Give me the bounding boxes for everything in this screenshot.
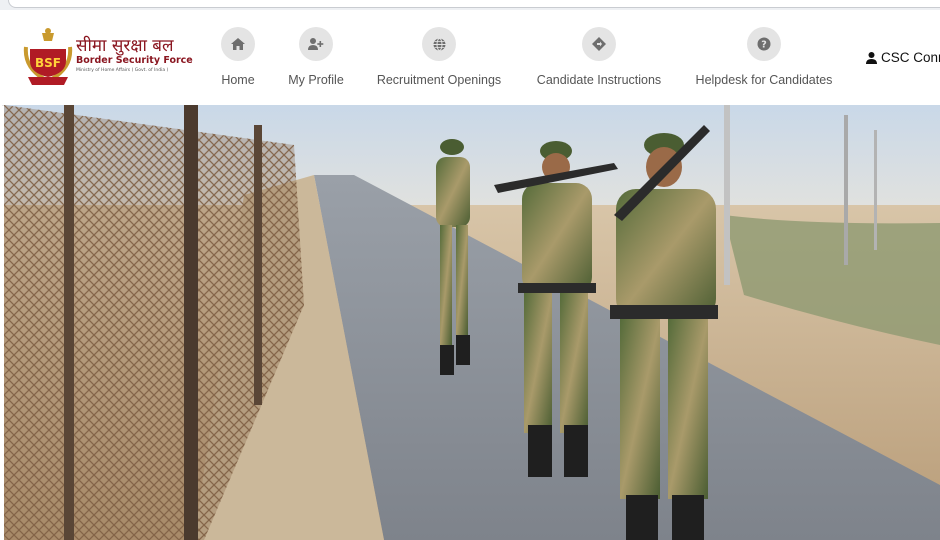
- address-bar[interactable]: [8, 0, 940, 8]
- nav-my-profile-label: My Profile: [288, 73, 344, 87]
- nav-recruitment-openings-label: Recruitment Openings: [376, 73, 502, 87]
- svg-text:?: ?: [761, 40, 767, 51]
- hero-banner: [4, 105, 940, 540]
- hero-photo-soldiers-border-patrol: [4, 105, 940, 540]
- question-circle-icon: ?: [747, 27, 781, 61]
- site-header: BSF सीमा सुरक्षा बल Border Security Forc…: [2, 10, 940, 106]
- home-icon: [221, 27, 255, 61]
- bsf-logo[interactable]: BSF सीमा सुरक्षा बल Border Security Forc…: [22, 27, 193, 87]
- user-plus-icon: [299, 27, 333, 61]
- nav-home[interactable]: Home: [218, 27, 258, 91]
- globe-icon: [422, 27, 456, 61]
- bsf-emblem-icon: BSF: [23, 28, 73, 85]
- badge-text: BSF: [35, 56, 61, 70]
- nav-helpdesk-label: Helpdesk for Candidates: [695, 73, 833, 87]
- diamond-direction-icon: [582, 27, 616, 61]
- nav-recruitment-openings[interactable]: Recruitment Openings: [374, 27, 504, 91]
- user-icon: [866, 51, 877, 64]
- logo-hindi-name: सीमा सुरक्षा बल: [76, 36, 174, 56]
- logo-english-name: Border Security Force: [76, 55, 193, 66]
- logo-ministry: Ministry of Home Affairs ( Govt. of Indi…: [76, 68, 169, 73]
- user-name: CSC Conn: [881, 50, 940, 65]
- nav-my-profile[interactable]: My Profile: [284, 27, 348, 91]
- nav-home-label: Home: [221, 73, 255, 87]
- nav-candidate-instructions[interactable]: Candidate Instructions: [532, 27, 666, 91]
- user-menu[interactable]: CSC Conn: [866, 50, 940, 65]
- nav-helpdesk-for-candidates[interactable]: ? Helpdesk for Candidates: [692, 27, 836, 91]
- browser-top-strip: [0, 0, 940, 10]
- nav-candidate-instructions-label: Candidate Instructions: [536, 73, 662, 87]
